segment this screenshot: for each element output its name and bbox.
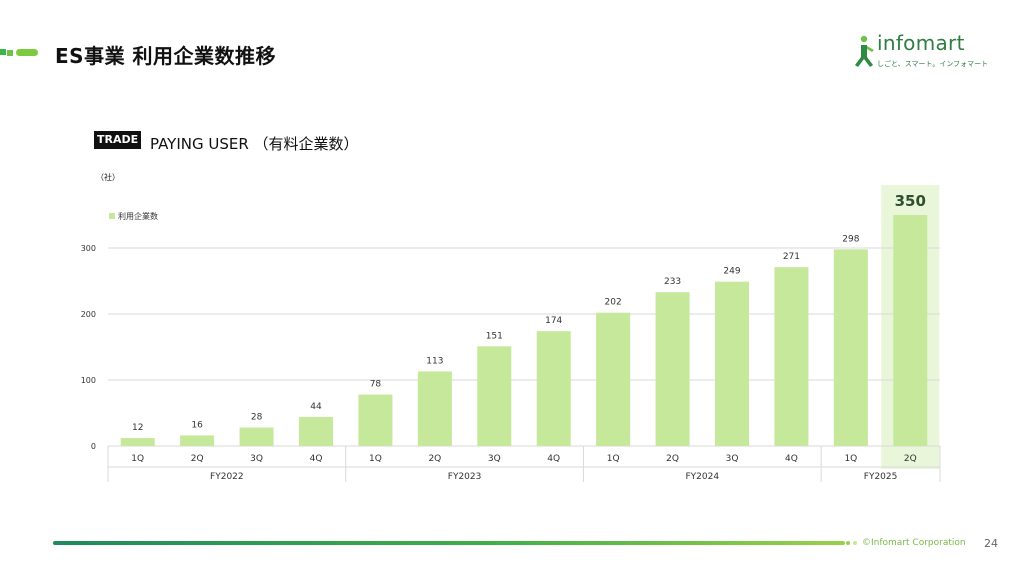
data-label: 298 bbox=[842, 234, 859, 244]
bar bbox=[239, 427, 274, 446]
legend-swatch bbox=[109, 213, 115, 219]
legend-label: 利用企業数 bbox=[118, 211, 158, 221]
x-tick-label: 1Q bbox=[607, 454, 620, 464]
footer-gradient-line bbox=[53, 541, 845, 545]
bar bbox=[833, 249, 868, 446]
x-tick-label: 2Q bbox=[191, 454, 204, 464]
bar bbox=[774, 267, 809, 446]
y-tick-label: 100 bbox=[81, 376, 96, 385]
x-tick-label: 2Q bbox=[428, 454, 441, 464]
page-number: 24 bbox=[984, 537, 998, 550]
x-tick-label: 3Q bbox=[250, 454, 263, 464]
data-label: 249 bbox=[723, 267, 740, 277]
bar bbox=[358, 394, 393, 446]
y-tick-label: 0 bbox=[91, 442, 96, 451]
x-tick-label: 3Q bbox=[726, 454, 739, 464]
x-tick-label: 4Q bbox=[547, 454, 560, 464]
y-tick-label: 300 bbox=[81, 244, 96, 253]
x-tick-label: 4Q bbox=[310, 454, 323, 464]
bar bbox=[596, 312, 631, 446]
x-tick-label: 1Q bbox=[844, 454, 857, 464]
data-label: 78 bbox=[370, 380, 382, 390]
data-label: 44 bbox=[310, 402, 322, 412]
x-tick-label: 4Q bbox=[785, 454, 798, 464]
bar bbox=[893, 215, 928, 446]
bar bbox=[477, 346, 512, 446]
bar bbox=[417, 371, 452, 446]
bar bbox=[655, 292, 690, 446]
data-label: 113 bbox=[426, 356, 443, 366]
y-tick-label: 200 bbox=[81, 310, 96, 319]
bar bbox=[715, 281, 749, 446]
data-label: 271 bbox=[783, 252, 800, 262]
x-tick-label: 3Q bbox=[488, 454, 501, 464]
group-label: FY2024 bbox=[685, 472, 719, 482]
bar-chart: 0 100 200 300 利用企業数 12 16 28 44 78 113 151 174 202 233… bbox=[81, 185, 941, 482]
data-label: 16 bbox=[191, 420, 203, 430]
x-tick-label: 2Q bbox=[666, 454, 679, 464]
data-label: 151 bbox=[486, 331, 503, 341]
data-label: 174 bbox=[545, 316, 562, 326]
x-tick-label: 1Q bbox=[369, 454, 382, 464]
data-label: 202 bbox=[605, 298, 622, 308]
x-tick-label: 1Q bbox=[131, 454, 144, 464]
data-label: 28 bbox=[251, 413, 263, 423]
group-label: FY2023 bbox=[448, 472, 482, 482]
data-label: 350 bbox=[895, 192, 926, 210]
data-label: 12 bbox=[132, 423, 143, 433]
group-label: FY2022 bbox=[210, 472, 244, 482]
data-label: 233 bbox=[664, 277, 681, 287]
bar bbox=[120, 438, 155, 446]
group-label: FY2025 bbox=[864, 472, 898, 482]
footer-copyright: ©Infomart Corporation bbox=[862, 538, 966, 548]
bar bbox=[536, 331, 571, 446]
x-tick-label: 2Q bbox=[904, 454, 917, 464]
bar bbox=[299, 416, 333, 446]
bar bbox=[180, 435, 215, 446]
